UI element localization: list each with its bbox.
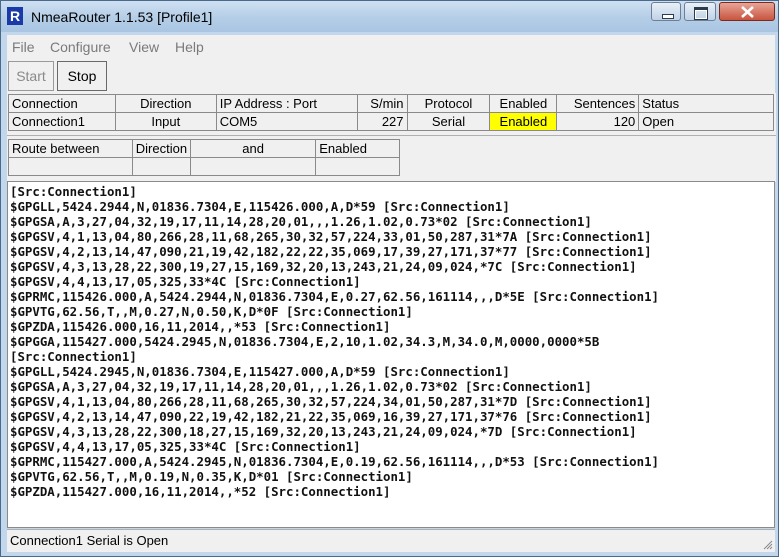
routes-panel: Route between Direction and Enabled (7, 135, 776, 182)
log-line: $GPGLL,5424.2944,N,01836.7304,E,115426.0… (10, 199, 510, 214)
connections-table: Connection Direction IP Address : Port S… (8, 94, 774, 131)
title-bar[interactable]: R NmeaRouter 1.1.53 [Profile1] (1, 1, 778, 32)
log-line: $GPGSV,4,1,13,04,80,266,28,11,68,265,30,… (10, 229, 652, 244)
cell-protocol[interactable]: Serial (406, 112, 491, 131)
log-line: $GPGSV,4,3,13,28,22,300,19,27,15,169,32,… (10, 259, 637, 274)
cell-enabled[interactable]: Enabled (489, 112, 558, 131)
log-line: $GPGSV,4,4,13,17,05,325,33*4C [Src:Conne… (10, 274, 361, 289)
cell-direction[interactable]: Input (114, 112, 217, 131)
menu-bar: File Configure View Help (7, 35, 775, 59)
table-row[interactable]: Connection1 Input COM5 227 Serial Enable… (8, 112, 774, 131)
toolbar: Start Stop (7, 59, 775, 93)
header-sentences[interactable]: Sentences (556, 94, 640, 113)
menu-help[interactable]: Help (175, 39, 204, 55)
cell-ip-address[interactable]: COM5 (215, 112, 358, 131)
log-line: $GPRMC,115426.000,A,5424.2944,N,01836.73… (10, 289, 660, 304)
cell-sentences[interactable]: 120 (556, 112, 640, 131)
log-line: $GPVTG,62.56,T,,M,0.19,N,0.35,K,D*01 [Sr… (10, 469, 413, 484)
status-text: Connection1 Serial is Open (10, 533, 169, 548)
cell-connection-name[interactable]: Connection1 (8, 112, 116, 131)
routes-header-row: Route between Direction and Enabled (8, 139, 400, 158)
log-line: $GPGSV,4,4,13,17,05,325,33*4C [Src:Conne… (10, 439, 361, 454)
table-row[interactable] (8, 157, 400, 176)
log-line: $GPGSV,4,1,13,04,80,266,28,11,68,265,30,… (10, 394, 652, 409)
maximize-button[interactable] (684, 2, 716, 21)
routes-table: Route between Direction and Enabled (8, 139, 400, 176)
app-window: R NmeaRouter 1.1.53 [Profile1] File Conf… (0, 0, 779, 557)
log-line: $GPGLL,5424.2945,N,01836.7304,E,115427.0… (10, 364, 510, 379)
log-line: $GPGSA,A,3,27,04,32,19,17,11,14,28,20,01… (10, 379, 592, 394)
header-direction[interactable]: Direction (114, 94, 217, 113)
cell-status[interactable]: Open (638, 112, 774, 131)
header-route-direction[interactable]: Direction (131, 139, 192, 158)
stop-button[interactable]: Stop (57, 61, 107, 91)
log-line: $GPZDA,115426.000,16,11,2014,,*53 [Src:C… (10, 319, 391, 334)
connections-header-row: Connection Direction IP Address : Port S… (8, 94, 774, 113)
log-line: $GPGSA,A,3,27,04,32,19,17,11,14,28,20,01… (10, 214, 592, 229)
header-protocol[interactable]: Protocol (406, 94, 491, 113)
menu-configure[interactable]: Configure (50, 39, 111, 55)
log-line: $GPZDA,115427.000,16,11,2014,,*52 [Src:C… (10, 484, 391, 499)
header-route-enabled[interactable]: Enabled (315, 139, 400, 158)
cell-smin[interactable]: 227 (356, 112, 408, 131)
log-line: $GPVTG,62.56,T,,M,0.27,N,0.50,K,D*0F [Sr… (10, 304, 413, 319)
log-line: $GPGSV,4,2,13,14,47,090,21,19,42,182,22,… (10, 244, 652, 259)
app-icon: R (7, 7, 23, 25)
log-line: [Src:Connection1] (10, 349, 137, 364)
minimize-button[interactable] (651, 2, 681, 21)
connections-panel: Connection Direction IP Address : Port S… (7, 93, 776, 135)
cell-route-enabled[interactable] (315, 157, 400, 176)
start-button[interactable]: Start (8, 61, 54, 91)
cell-route-direction[interactable] (131, 157, 192, 176)
header-route-and[interactable]: and (190, 139, 317, 158)
menu-view[interactable]: View (129, 39, 159, 55)
header-connection[interactable]: Connection (8, 94, 116, 113)
log-line: $GPRMC,115427.000,A,5424.2945,N,01836.73… (10, 454, 660, 469)
maximize-icon (694, 7, 708, 20)
log-line: [Src:Connection1] (10, 184, 137, 199)
minimize-icon (662, 14, 674, 19)
log-line: $GPGSV,4,3,13,28,22,300,18,27,15,169,32,… (10, 424, 637, 439)
window-title: NmeaRouter 1.1.53 [Profile1] (31, 9, 213, 25)
header-smin[interactable]: S/min (356, 94, 408, 113)
cell-route-and[interactable] (190, 157, 317, 176)
header-route-between[interactable]: Route between (8, 139, 133, 158)
header-ip-address[interactable]: IP Address : Port (215, 94, 358, 113)
nmea-log-output[interactable]: [Src:Connection1] $GPGLL,5424.2944,N,018… (7, 181, 775, 528)
log-line: $GPGGA,115427.000,5424.2945,N,01836.7304… (10, 334, 600, 349)
status-bar: Connection1 Serial is Open (7, 529, 775, 552)
header-enabled[interactable]: Enabled (489, 94, 558, 113)
close-icon (741, 6, 754, 18)
close-button[interactable] (719, 2, 775, 21)
header-status[interactable]: Status (638, 94, 774, 113)
menu-file[interactable]: File (12, 39, 35, 55)
resize-grip-icon[interactable] (763, 540, 773, 550)
log-line: $GPGSV,4,2,13,14,47,090,22,19,42,182,21,… (10, 409, 652, 424)
cell-route-between[interactable] (8, 157, 133, 176)
